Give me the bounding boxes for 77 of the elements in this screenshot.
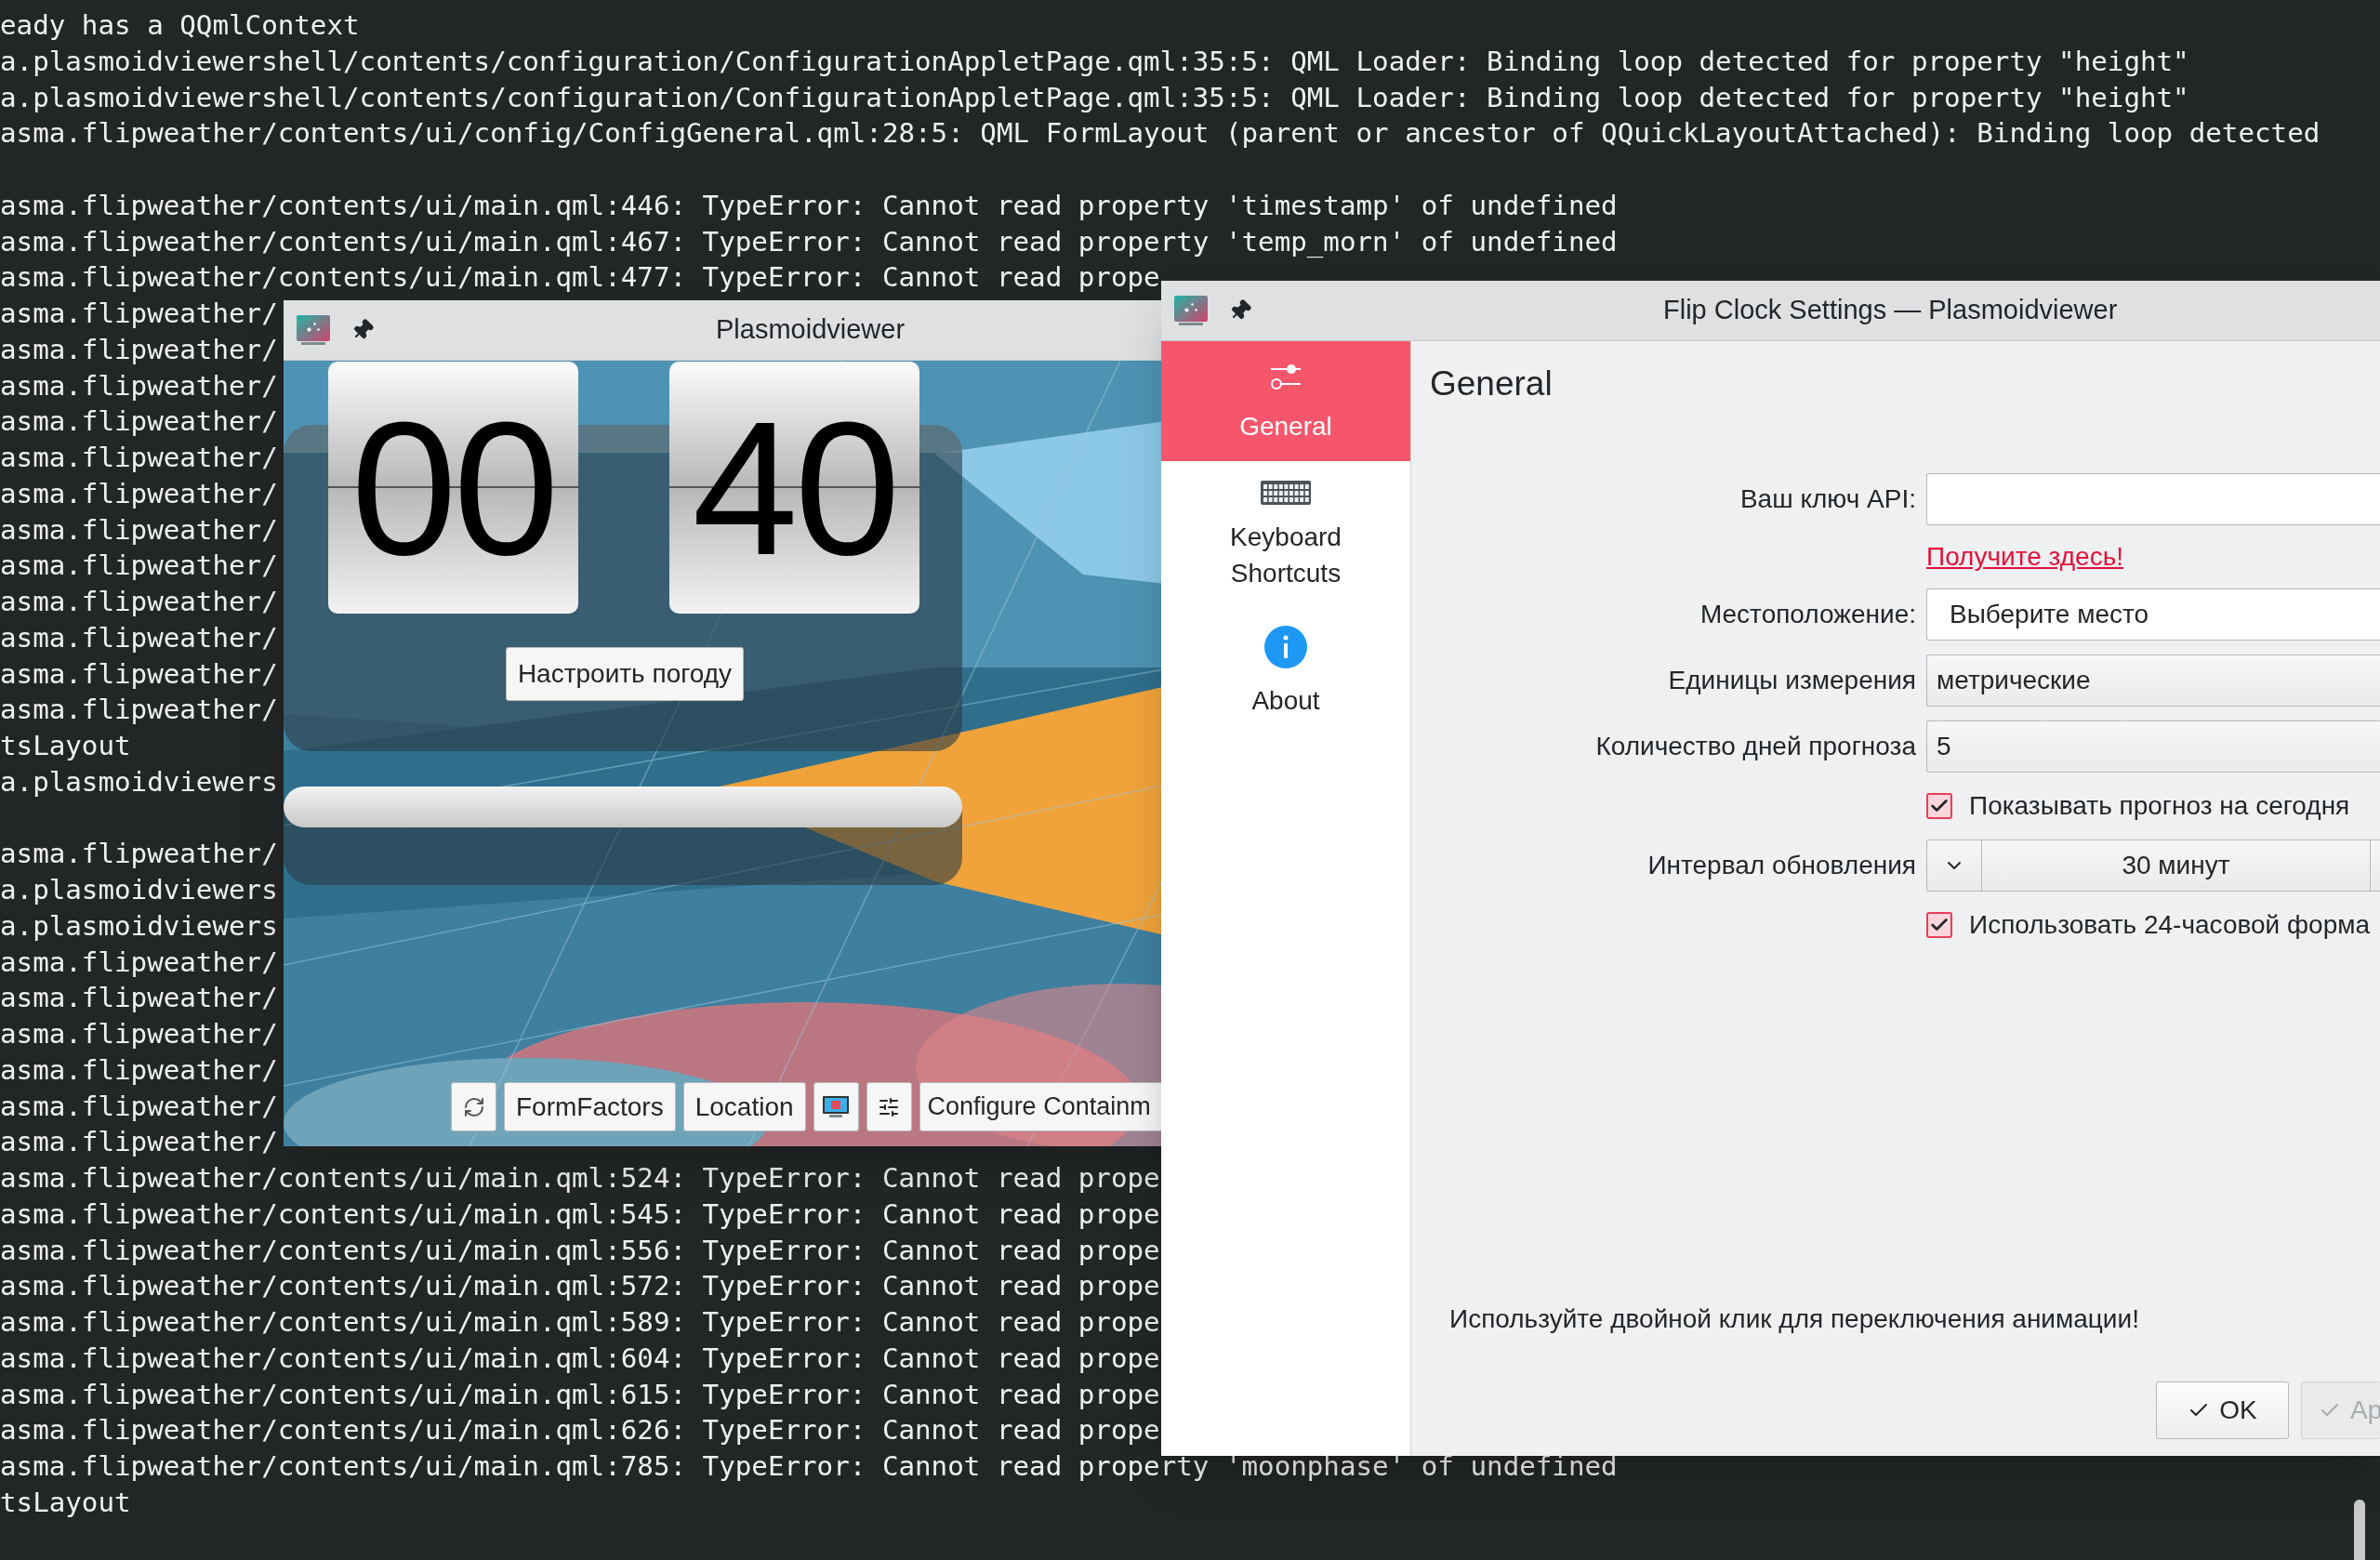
input-field[interactable]: Выберите место (1926, 588, 2380, 641)
ok-button[interactable]: OK (2156, 1382, 2289, 1439)
terminal-line: asma.flipweather/contents/ui/main.qml:524: TypeError: Cannot read prope (0, 1161, 1160, 1196)
terminal-line: asma.flipweather/ (0, 656, 278, 692)
terminal-line: a.plasmoidviewershell/contents/configuration/ConfigurationAppletPage.qml:35:5: QML Loader: Binding loop detected for property "height" (0, 44, 2189, 79)
terminal-line: asma.flipweather/ (0, 620, 278, 655)
terminal-line: asma.flipweather/ (0, 1017, 278, 1051)
terminal-line: asma.flipweather/ (0, 332, 278, 367)
terminal-line: asma.flipweather/ (0, 404, 278, 440)
terminal-line: asma.flipweather/ (0, 441, 278, 475)
field-label: Местоположение: (1699, 599, 1916, 630)
terminal-line: asma.flipweather/contents/ui/main.qml:626: TypeError: Cannot read prope (0, 1413, 1160, 1448)
field-label: Ваш ключ API: (1739, 483, 1916, 515)
interval-stepper[interactable]: 30 минут (1926, 839, 2380, 892)
checkbox[interactable] (1926, 912, 1952, 938)
terminal-line: a.plasmoidviewers (0, 764, 278, 800)
terminal-line: asma.flipweather/contents/ui/main.qml:785: TypeError: Cannot read property 'moonphase' of undefined (0, 1449, 1618, 1484)
terminal-line: asma.flipweather/ (0, 1125, 278, 1160)
terminal-line: a.plasmoidviewers (0, 873, 278, 907)
sliders-icon (878, 1095, 901, 1118)
toolbar-button[interactable]: Location (682, 1082, 806, 1131)
field-label: Единицы измерения (1668, 665, 1916, 696)
terminal-line: asma.flipweather/contents/ui/main.qml:446: TypeError: Cannot read property 'timestamp' of undefined (0, 188, 1618, 223)
terminal-line: asma.flipweather/ (0, 476, 278, 511)
app-icon (296, 314, 331, 346)
terminal-line: tsLayout (0, 1485, 131, 1520)
app-icon (1173, 295, 1209, 326)
link[interactable]: Получите здесь! (1926, 537, 2123, 576)
field-label: Интервал обновления (1647, 850, 1916, 881)
terminal-line: asma.flipweather/ (0, 297, 278, 331)
sidebar-item[interactable]: About (1161, 608, 1410, 735)
terminal-line: asma.flipweather/ (0, 549, 278, 584)
checkbox-option[interactable]: Использовать 24-часовой форма (1926, 906, 2380, 945)
terminal-line: a.plasmoidviewershell/contents/configuration/ConfigurationAppletPage.qml:35:5: QML Loader: Binding loop detected for property "height" (0, 80, 2189, 115)
refresh-icon (462, 1095, 485, 1118)
checkbox[interactable] (1926, 793, 1952, 819)
terminal-line: tsLayout (0, 729, 131, 763)
checkbox-option[interactable]: Показывать прогноз на сегодня (1926, 787, 2380, 826)
keyboard-icon (1260, 478, 1312, 506)
toolbar-icon-button[interactable] (866, 1082, 912, 1131)
terminal-line: a.plasmoidviewers (0, 908, 278, 944)
input-field[interactable] (1926, 473, 2380, 525)
field-label: Количество дней прогноза (1595, 731, 1916, 762)
terminal-line: eady has a QQmlContext (0, 8, 360, 43)
toolbar-icon-button[interactable] (813, 1082, 859, 1131)
spin-box[interactable]: 5 (1926, 721, 2380, 773)
window-title: Flip Clock Settings — Plasmoidviewer (1663, 294, 2118, 327)
toolbar-button[interactable]: Configure Containm (919, 1082, 1162, 1131)
terminal-line: asma.flipweather/ (0, 837, 278, 872)
terminal-line: asma.flipweather/ (0, 512, 278, 548)
screen-icon (822, 1094, 851, 1119)
terminal-line: asma.flipweather/contents/ui/main.qml:467: TypeError: Cannot read property 'temp_morn' of undefined (0, 224, 1618, 259)
scrollbar-thumb[interactable] (2354, 1500, 2365, 1560)
weather-button[interactable]: Настроить погоду (506, 647, 744, 701)
terminal-line: asma.flipweather/contents/ui/config/ConfigGeneral.qml:28:5: QML FormLayout (parent or ancestor of QQuickLayoutAttached): Binding loop detected (0, 116, 2320, 152)
terminal-line: asma.flipweather/ (0, 981, 278, 1016)
hint-text: Используйте двойной клик для переключения анимации! (1449, 1303, 2139, 1335)
info-icon (1263, 625, 1308, 669)
terminal-line: asma.flipweather/ (0, 1052, 278, 1088)
toolbar-icon-button[interactable] (451, 1082, 496, 1131)
terminal-line: asma.flipweather/contents/ui/main.qml:545: TypeError: Cannot read prope (0, 1196, 1160, 1232)
window-title: Plasmoidviewer (716, 313, 906, 347)
terminal-line: asma.flipweather/contents/ui/main.qml:589: TypeError: Cannot read prope (0, 1305, 1160, 1340)
terminal-line: asma.flipweather/ (0, 945, 278, 980)
dropdown[interactable]: метрические (1926, 654, 2380, 707)
toolbar-button[interactable]: FormFactors (504, 1082, 676, 1131)
page-title: General (1430, 365, 1553, 403)
terminal-line: asma.flipweather/ (0, 368, 278, 403)
terminal-line: asma.flipweather/contents/ui/main.qml:477: TypeError: Cannot read prope (0, 260, 1160, 296)
terminal-line: asma.flipweather/contents/ui/main.qml:615: TypeError: Cannot read prope (0, 1377, 1160, 1412)
terminal-line: asma.flipweather/ (0, 693, 278, 728)
terminal-line: asma.flipweather/ (0, 585, 278, 619)
terminal-line: asma.flipweather/contents/ui/main.qml:604: TypeError: Cannot read prope (0, 1341, 1160, 1376)
sidebar-item[interactable]: Keyboard Shortcuts (1161, 461, 1410, 608)
terminal-line: asma.flipweather/contents/ui/main.qml:572: TypeError: Cannot read prope (0, 1269, 1160, 1304)
terminal-line: asma.flipweather/contents/ui/main.qml:556: TypeError: Cannot read prope (0, 1233, 1160, 1268)
terminal-line: asma.flipweather/ (0, 1089, 278, 1124)
